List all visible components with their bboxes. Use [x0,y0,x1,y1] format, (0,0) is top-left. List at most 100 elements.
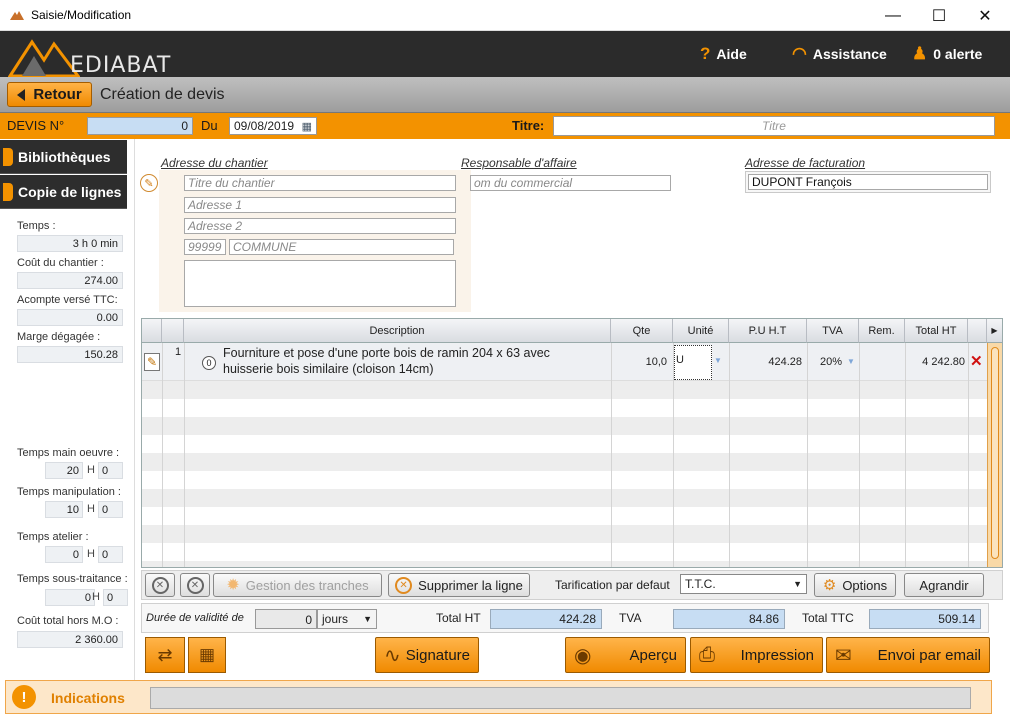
devis-bar: DEVIS N° 0 Du 09/08/2019 ▦ Titre: Titre [0,113,1010,139]
adresse1-field[interactable]: Adresse 1 [184,197,456,213]
tate-label: Temps atelier : [17,531,89,543]
printer-icon: ⎙ [699,643,715,666]
row-unite-select[interactable]: U [674,345,712,380]
col-header-pu[interactable]: P.U H.T [729,319,807,343]
row-description-line2[interactable]: huisserie bois similaire (cloison 14cm) [223,362,434,376]
chevron-right-icon [3,183,13,201]
tate-hours[interactable]: 0 [45,546,83,563]
tab-copie-lignes[interactable]: Copie de lignes [0,175,127,209]
gear-icon: ✹ [226,577,240,594]
page-title: Création de devis [100,86,225,103]
chevron-down-icon: ▼ [363,614,372,624]
tmo-minutes[interactable]: 0 [98,462,123,479]
gestion-tranches-button[interactable]: ✹ Gestion des tranches [213,573,382,597]
temps-label: Temps : [17,220,56,232]
col-header-action [968,319,987,343]
warning-icon: ! [12,685,36,709]
assistance-button[interactable]: ◠ Assistance [792,44,887,64]
chantier-titre-field[interactable]: Titre du chantier [184,175,456,191]
cancel-circle-button[interactable]: ✕ [145,573,175,597]
h-unit: H [87,503,95,515]
apercu-button[interactable]: ◉ Aperçu [565,637,686,673]
delete-circle-icon: ✕ [395,576,413,594]
chevron-down-icon[interactable]: ▼ [714,356,722,365]
validite-unit-select[interactable]: jours ▼ [317,609,377,629]
tate-minutes[interactable]: 0 [98,546,123,563]
nav-bar: Retour Création de devis [0,77,1010,113]
calculator-euro-icon[interactable]: ▦ [188,637,226,673]
vertical-scrollbar[interactable] [987,343,1002,567]
row-tva[interactable]: 20% [820,356,842,368]
chantier-title: Adresse du chantier [161,156,268,170]
total-ht-value: 424.28 [490,609,602,629]
gear-icon: ⚙ [822,577,837,594]
row-number: 1 [175,346,182,358]
col-header-description[interactable]: Description [184,319,611,343]
edit-pencil-icon[interactable]: ✎ [140,174,158,192]
maximize-button[interactable]: ☐ [916,0,962,31]
devis-lines-table: Description Qte Unité P.U H.T TVA Rem. T… [141,318,1003,568]
tst-hours[interactable]: 0 [45,589,95,606]
tman-minutes[interactable]: 0 [98,501,123,518]
date-label: Du [201,118,218,133]
transfer-icon[interactable]: ⇄ [145,637,185,673]
tab-bibliotheques[interactable]: Bibliothèques [0,140,127,174]
date-field[interactable]: 09/08/2019 ▦ [229,117,317,135]
acompte-value: 0.00 [17,309,123,326]
h-unit: H [87,464,95,476]
tman-label: Temps manipulation : [17,486,121,498]
envoi-email-button[interactable]: ✉ Envoi par email [826,637,990,673]
eye-icon: ◉ [574,644,592,667]
chevron-down-icon: ▼ [793,579,802,589]
devis-number-field[interactable]: 0 [87,117,193,135]
col-header-qte[interactable]: Qte [611,319,673,343]
validite-value-field[interactable]: 0 [255,609,317,629]
aide-button[interactable]: ? Aide [700,44,747,64]
calendar-icon[interactable]: ▦ [302,120,312,133]
agrandir-button[interactable]: Agrandir [904,573,984,597]
col-header-total[interactable]: Total HT [905,319,968,343]
scrollbar-thumb[interactable] [991,347,999,559]
row-pu[interactable]: 424.28 [742,356,802,368]
titre-label: Titre: [512,118,545,133]
chevron-down-icon[interactable]: ▼ [847,357,855,366]
h-unit: H [92,591,100,603]
scroll-right-button[interactable]: ▶ [987,319,1002,343]
row-qte[interactable]: 10,0 [622,356,667,368]
ctmo-value: 2 360.00 [17,631,123,648]
col-header-tva[interactable]: TVA [807,319,859,343]
minimize-button[interactable]: — [870,0,916,31]
col-header-num [162,319,184,343]
titre-field[interactable]: Titre [553,116,995,136]
options-button[interactable]: ⚙ Options [814,573,896,597]
back-button[interactable]: Retour [7,82,92,107]
tman-hours[interactable]: 10 [45,501,83,518]
envelope-icon: ✉ [835,644,852,667]
chantier-notes-field[interactable] [184,260,456,307]
close-window-button[interactable]: ✕ [962,0,1008,31]
total-ht-label: Total HT [436,611,481,625]
tva-label: TVA [619,611,642,625]
code-postal-field[interactable]: 99999 [184,239,226,255]
signature-button[interactable]: ∿ Signature [375,637,479,673]
cout-value: 274.00 [17,272,123,289]
cancel-circle-button-2[interactable]: ✕ [180,573,210,597]
edit-row-icon[interactable]: ✎ [144,353,160,371]
delete-row-icon[interactable]: ✕ [970,352,983,370]
facturation-client-field[interactable]: DUPONT François [748,174,988,190]
commercial-field[interactable]: om du commercial [470,175,671,191]
tarification-select[interactable]: T.T.C. ▼ [680,574,807,594]
adresse2-field[interactable]: Adresse 2 [184,218,456,234]
supprimer-ligne-button[interactable]: ✕ Supprimer la ligne [388,573,530,597]
col-header-rem[interactable]: Rem. [859,319,905,343]
alerte-button[interactable]: ♟ 0 alerte [912,44,982,64]
tmo-hours[interactable]: 20 [45,462,83,479]
col-header-unite[interactable]: Unité [673,319,729,343]
commune-field[interactable]: COMMUNE [229,239,454,255]
impression-button[interactable]: ⎙ Impression [690,637,823,673]
row-level-badge[interactable]: 0 [202,356,216,370]
row-total: 4 242.80 [922,356,965,368]
row-description-line1[interactable]: Fourniture et pose d'une porte bois de r… [223,346,550,360]
tst-minutes[interactable]: 0 [103,589,128,606]
arrow-right-icon: ▶ [991,326,998,335]
